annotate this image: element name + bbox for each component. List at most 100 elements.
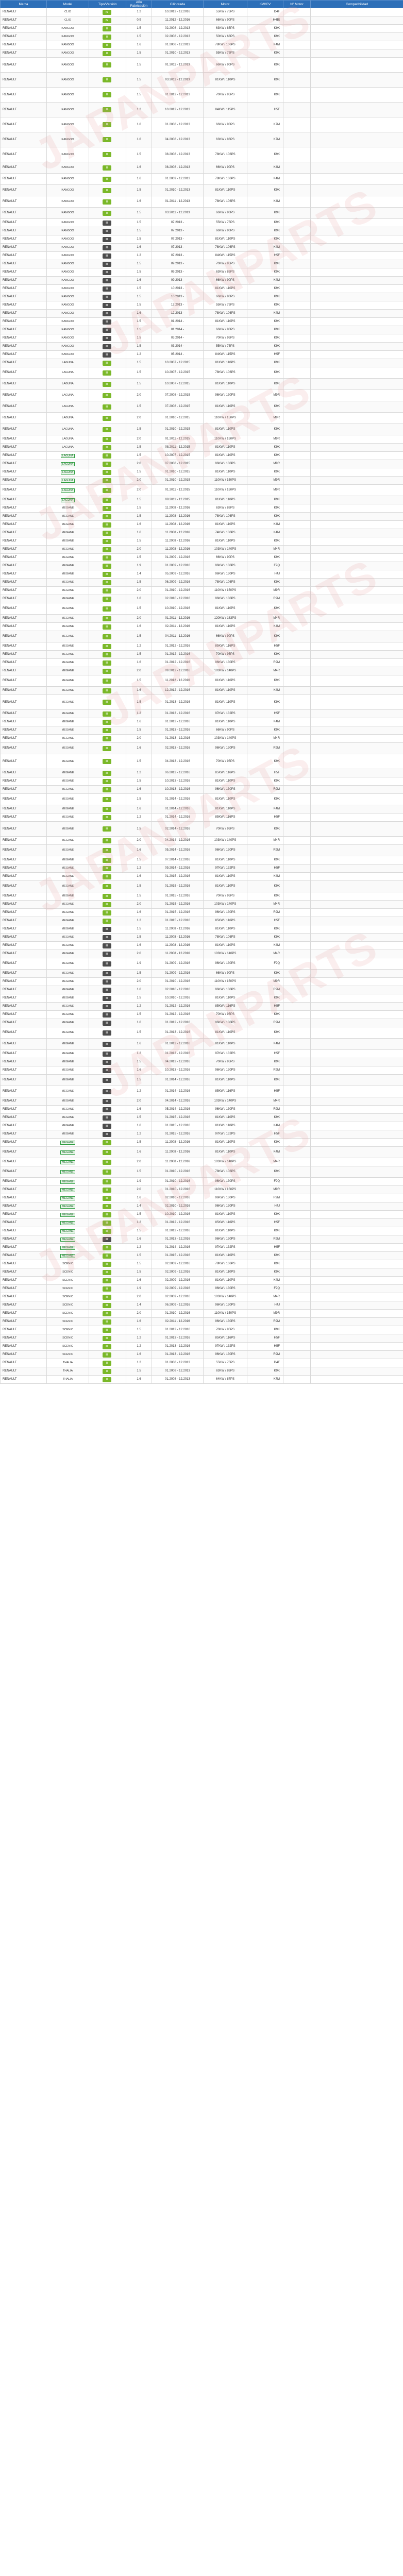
power-cell: 50KW / 68PS: [203, 32, 247, 41]
model-cell: MEGANE: [46, 694, 89, 710]
power-cell: 63KW / 85PS: [203, 268, 247, 277]
years-cell: 01.2009 - 12.2013: [152, 173, 204, 185]
generation-badge: III: [103, 436, 111, 442]
generation-cell: III: [89, 378, 126, 390]
power-cell: 64KW / 87PS: [203, 1375, 247, 1384]
displacement-cell: 1.5: [126, 72, 152, 88]
engine-code-cell: K7M: [247, 117, 283, 132]
engine-code-cell: K4M: [247, 622, 283, 631]
column-header[interactable]: Motor: [203, 0, 247, 8]
column-header[interactable]: Compatibilidad: [310, 0, 403, 8]
column-header[interactable]: Tipo/Versión: [89, 0, 126, 8]
displacement-cell: 1.6: [126, 844, 152, 856]
power-cell: 96KW / 130PS: [203, 1235, 247, 1244]
column-header[interactable]: Cilindrada: [152, 0, 204, 8]
displacement-cell: 1.5: [126, 892, 152, 901]
make-cell: RENAULT: [0, 496, 47, 504]
model-cell: MEGANE: [46, 805, 89, 814]
model-cell: MEGANE: [46, 793, 89, 805]
power-cell: 96KW / 130PS: [203, 1350, 247, 1359]
model-name: MEGANE: [61, 911, 74, 914]
displacement-cell: 1.9: [126, 1284, 152, 1293]
engine-number-cell: [283, 1202, 311, 1211]
displacement-cell: 1.6: [126, 529, 152, 537]
engine-code-cell: K9K: [247, 1268, 283, 1277]
model-cell: KANGOO: [46, 317, 89, 326]
table-row: RENAULT SCENIC III 2.0 01.2010 - 12.2016 110K…: [0, 1309, 403, 1318]
generation-cell: III: [89, 785, 126, 794]
engine-code-cell: K9K: [247, 317, 283, 326]
model-cell: MEGANE: [46, 856, 89, 865]
power-cell: 81KW / 110PS: [203, 443, 247, 452]
power-cell: 81KW / 110PS: [203, 622, 247, 631]
displacement-cell: 2.0: [126, 950, 152, 958]
generation-cell: III: [89, 793, 126, 805]
years-cell: 10.2010 - 12.2016: [152, 1210, 204, 1219]
model-name: MEGANE: [61, 1116, 74, 1119]
model-name: MEGANE: [61, 1052, 74, 1055]
model-name: MEGANE: [61, 506, 74, 510]
power-cell: 81KW / 110PS: [203, 72, 247, 88]
engine-code-cell: K9K: [247, 24, 283, 33]
displacement-cell: 1.4: [126, 1202, 152, 1211]
table-row: RENAULT KANGOO III 1.6 07.2013 -78KW / 106PS…: [0, 243, 403, 252]
model-cell: MEGANE: [46, 836, 89, 845]
compatibility-cell: [310, 562, 403, 570]
column-header[interactable]: Año Fabricación: [126, 0, 152, 8]
engine-number-cell: [283, 977, 311, 986]
generation-cell: III: [89, 925, 126, 934]
table-row: RENAULT KANGOO II 1.5 01.2011 - 12.2013 66KW …: [0, 57, 403, 73]
engine-code-cell: K9K: [247, 925, 283, 934]
table-row: RENAULT KANGOO III 1.5 10.2013 -81KW / 110PS…: [0, 284, 403, 293]
compatibility-cell: [310, 57, 403, 73]
make-cell: RENAULT: [0, 742, 47, 754]
compatibility-cell: [310, 1158, 403, 1166]
generation-badge: III: [103, 1149, 111, 1155]
make-cell: RENAULT: [0, 1122, 47, 1130]
years-cell: 01.2013 - 12.2016: [152, 718, 204, 726]
make-cell: RENAULT: [0, 856, 47, 865]
displacement-cell: 1.5: [126, 856, 152, 865]
engine-number-cell: [283, 72, 311, 88]
engine-number-cell: [283, 1317, 311, 1326]
years-cell: 01.2011 - 12.2015: [152, 435, 204, 444]
engine-code-cell: K9K: [247, 1166, 283, 1178]
power-cell: 63KW / 86PS: [203, 132, 247, 147]
compatibility-cell: [310, 72, 403, 88]
engine-number-cell: [283, 32, 311, 41]
generation-badge: III: [103, 935, 111, 940]
model-cell: MEGANE: [46, 917, 89, 925]
model-cell: LAGUNA: [46, 476, 89, 485]
column-header[interactable]: KW/CV: [247, 0, 283, 8]
model-cell: KANGOO: [46, 117, 89, 132]
generation-badge: III: [103, 1220, 111, 1226]
generation-cell: III: [89, 1218, 126, 1227]
engine-number-cell: [283, 933, 311, 942]
power-cell: 103KW / 140PS: [203, 734, 247, 743]
table-row: RENAULT KANGOO II 1.5 02.2008 - 12.2013 50KW …: [0, 32, 403, 41]
model-cell: MEGANE: [46, 586, 89, 595]
model-cell: SCENIC: [46, 1309, 89, 1318]
generation-badge: III: [103, 555, 111, 561]
years-cell: 02.2009 - 12.2016: [152, 1268, 204, 1277]
displacement-cell: 2.0: [126, 1158, 152, 1166]
generation-cell: III: [89, 1350, 126, 1359]
engine-number-cell: [283, 754, 311, 769]
years-cell: 01.2009 - 12.2016: [152, 553, 204, 562]
column-header[interactable]: Nº Motor: [283, 0, 311, 8]
compatibility-cell: [310, 460, 403, 468]
displacement-cell: 1.5: [126, 1227, 152, 1235]
engine-code-cell: K9K: [247, 207, 283, 219]
generation-cell: III: [89, 908, 126, 917]
table-row: RENAULT MEGANE III 1.5 04.2011 - 12.2016 66KW…: [0, 631, 403, 642]
model-cell: MEGANE: [46, 1235, 89, 1244]
engine-code-cell: H5F: [247, 917, 283, 925]
engine-number-cell: [283, 1066, 311, 1075]
column-header[interactable]: Model: [46, 0, 89, 8]
engine-code-cell: M4R: [247, 1293, 283, 1301]
generation-badge: III: [103, 1212, 111, 1217]
years-cell: 01.2012 - 12.2016: [152, 658, 204, 667]
column-header[interactable]: Marca: [0, 0, 47, 8]
engine-number-cell: [283, 1027, 311, 1039]
generation-badge: II: [103, 188, 111, 193]
